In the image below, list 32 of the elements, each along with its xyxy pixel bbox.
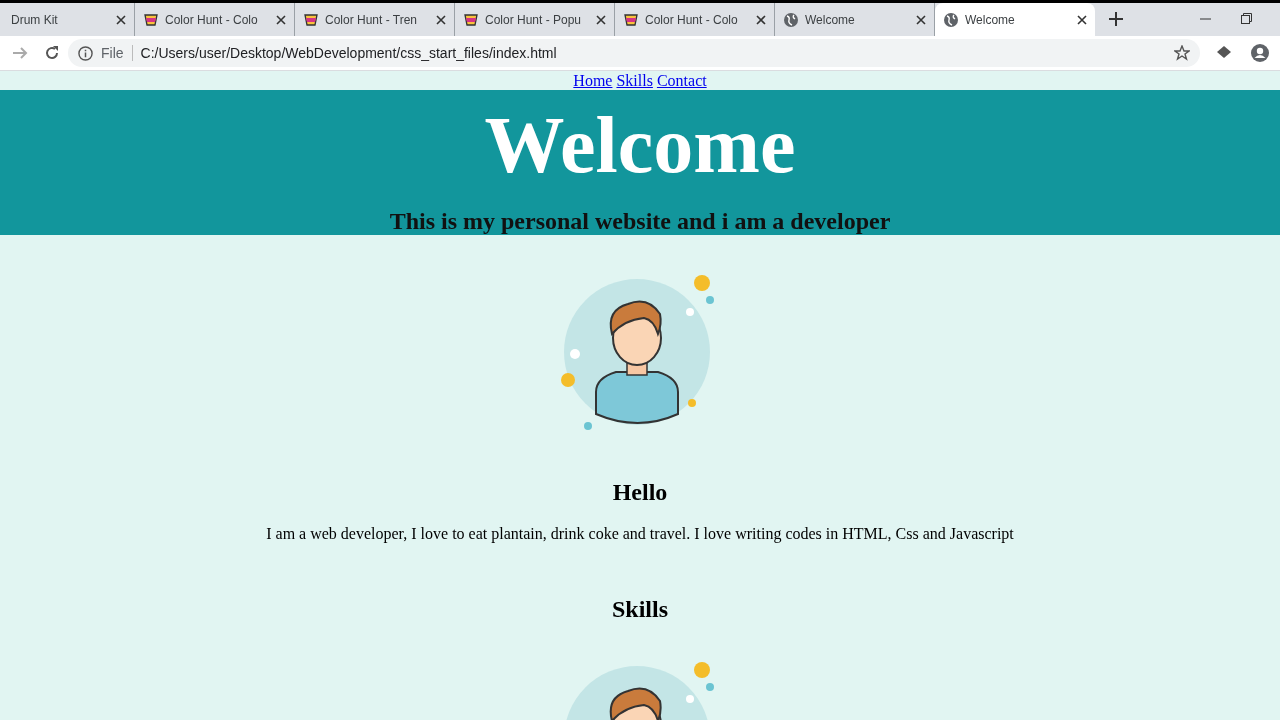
scheme-label: File	[101, 45, 133, 61]
paragraph: I am a web developer, I love to eat plantain, drink coke and travel. I love writing codes in HTML, Css and Javascript	[266, 524, 1014, 544]
cup-icon	[623, 11, 639, 28]
nav-link[interactable]: Home	[573, 71, 613, 90]
plus-icon[interactable]	[1109, 12, 1123, 26]
url-text: C:/Users/user/Desktop/WebDevelopment/css_start_files/index.html	[140, 45, 557, 61]
section-heading: Skills	[611, 595, 668, 624]
cup-icon	[463, 11, 479, 28]
address-bar[interactable]: File C:/Users/user/Desktop/WebDevelopment/css_start_files/index.html	[68, 39, 1200, 67]
page-title: Welcome	[483, 100, 797, 191]
restore-icon[interactable]	[1241, 13, 1252, 24]
star-icon[interactable]	[1174, 45, 1190, 61]
close-icon[interactable]	[276, 14, 286, 25]
close-icon[interactable]	[436, 14, 446, 25]
close-icon[interactable]	[1077, 14, 1087, 25]
cup-icon	[143, 11, 159, 28]
info-icon[interactable]	[78, 45, 93, 61]
close-icon[interactable]	[596, 14, 606, 25]
subtitle: This is my personal website and i am a developer	[388, 207, 892, 235]
globe-icon	[783, 11, 799, 28]
nav-link[interactable]: Contact	[656, 71, 707, 90]
profile-icon[interactable]	[1250, 43, 1270, 63]
close-icon[interactable]	[116, 14, 126, 25]
globe-icon	[943, 11, 959, 28]
section-heading: Hello	[612, 478, 668, 507]
cup-icon	[303, 11, 319, 28]
nav-link[interactable]: Skills	[616, 71, 653, 90]
reload-icon[interactable]	[44, 45, 60, 61]
extension-icon[interactable]	[1216, 45, 1232, 61]
browser-tab[interactable]: Welcome	[935, 3, 1095, 36]
close-icon[interactable]	[916, 14, 926, 25]
close-icon[interactable]	[756, 14, 766, 25]
